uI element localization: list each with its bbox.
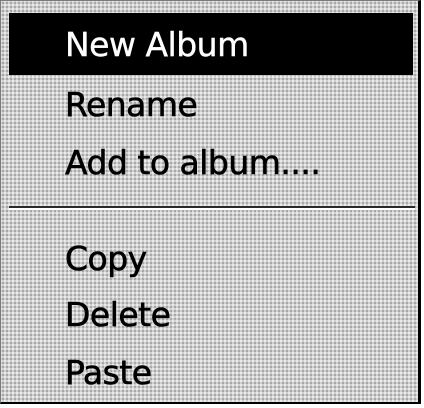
menu-item-rename[interactable]: Rename <box>9 73 413 135</box>
menu-separator <box>9 206 415 210</box>
context-menu: New Album Rename Add to album.... Copy D… <box>0 0 421 404</box>
menu-item-copy[interactable]: Copy <box>9 227 413 289</box>
menu-item-new-album[interactable]: New Album <box>9 13 413 75</box>
menu-item-add-to-album[interactable]: Add to album.... <box>9 131 413 193</box>
menu-item-paste[interactable]: Paste <box>9 341 413 403</box>
menu-item-delete[interactable]: Delete <box>9 283 413 345</box>
